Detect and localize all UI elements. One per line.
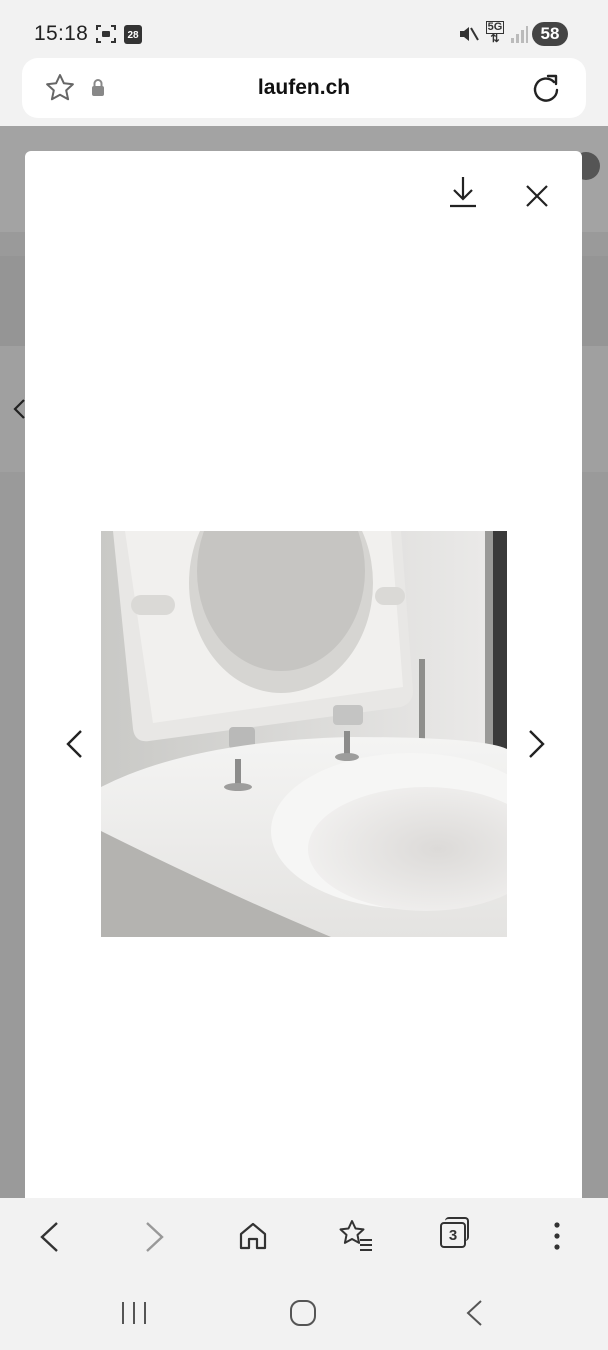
back-icon[interactable]: [38, 1220, 60, 1254]
product-image: [101, 531, 507, 937]
calendar-icon: 28: [124, 25, 142, 44]
tab-count: 3: [448, 1227, 458, 1244]
previous-image-icon[interactable]: [65, 729, 83, 759]
browser-toolbar: 3: [0, 1198, 608, 1278]
forward-icon[interactable]: [144, 1220, 166, 1254]
status-bar: 15:18 28 5G ⇅ 58: [0, 0, 608, 58]
more-menu-icon[interactable]: [552, 1220, 562, 1252]
close-icon[interactable]: [524, 183, 550, 209]
mute-icon: [460, 27, 479, 41]
battery-indicator: 58: [532, 22, 568, 46]
backdrop-chevron-left-icon: [13, 399, 25, 419]
system-navigation: [0, 1278, 608, 1350]
home-icon[interactable]: [237, 1220, 269, 1252]
tabs-icon: 3: [440, 1222, 466, 1248]
reload-icon[interactable]: [530, 72, 562, 104]
calendar-badge: 28: [127, 30, 139, 41]
screen-capture-icon: [96, 25, 116, 43]
toilet-photo-icon: [101, 531, 507, 937]
url-bar[interactable]: laufen.ch: [22, 58, 586, 118]
tabs-button[interactable]: 3: [440, 1217, 470, 1250]
bookmarks-icon[interactable]: [336, 1218, 374, 1254]
home-button-icon[interactable]: [289, 1299, 317, 1327]
signal-icon: [511, 26, 528, 43]
download-icon[interactable]: [448, 175, 478, 209]
recent-apps-icon[interactable]: [120, 1300, 148, 1326]
system-back-icon[interactable]: [464, 1299, 484, 1327]
status-time: 15:18: [34, 22, 89, 45]
url-domain[interactable]: laufen.ch: [22, 76, 586, 100]
next-image-icon[interactable]: [528, 729, 546, 759]
network-5g-icon: 5G ⇅: [485, 21, 505, 45]
